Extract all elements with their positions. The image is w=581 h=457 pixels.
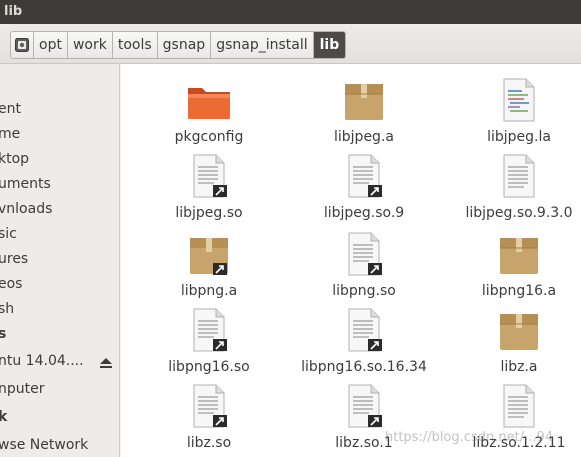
file-item[interactable]: libjpeg.a bbox=[299, 76, 429, 145]
sidebar-item-recent[interactable]: ent bbox=[0, 98, 21, 120]
sidebar-item-computer[interactable]: nputer bbox=[0, 378, 45, 400]
sidebar-section-devices: s bbox=[0, 323, 6, 345]
text-file-link-icon bbox=[185, 152, 233, 200]
file-item[interactable]: libpng16.so bbox=[144, 306, 274, 375]
text-file-icon bbox=[495, 382, 543, 430]
file-name: libjpeg.so.9.3.0 bbox=[465, 205, 573, 221]
file-item[interactable]: pkgconfig bbox=[144, 76, 274, 145]
file-item[interactable]: libpng.a bbox=[144, 230, 274, 299]
sidebar-item-browse-network[interactable]: wse Network bbox=[0, 434, 88, 456]
text-file-link-icon bbox=[185, 382, 233, 430]
sidebar-item-music[interactable]: sic bbox=[0, 223, 17, 245]
file-item[interactable]: libjpeg.so bbox=[144, 152, 274, 221]
text-file-icon bbox=[495, 152, 543, 200]
text-file-link-icon bbox=[340, 230, 388, 278]
file-name: libpng16.a bbox=[481, 283, 557, 299]
archive-icon bbox=[495, 230, 543, 278]
archive-icon bbox=[495, 306, 543, 354]
eject-icon[interactable] bbox=[99, 354, 113, 373]
crumb-gsnap[interactable]: gsnap bbox=[158, 32, 212, 58]
file-item[interactable]: libz.so bbox=[144, 382, 274, 451]
pathbar: opt work tools gsnap gsnap_install lib bbox=[10, 31, 347, 59]
file-item[interactable]: libpng16.a bbox=[454, 230, 581, 299]
sidebar-item-desktop[interactable]: ktop bbox=[0, 148, 29, 170]
file-name: libz.so bbox=[186, 435, 232, 451]
file-item[interactable]: libz.a bbox=[454, 306, 581, 375]
file-name: libjpeg.a bbox=[334, 129, 394, 145]
text-file-link-icon bbox=[340, 382, 388, 430]
file-name: libpng16.so.16.34 bbox=[301, 359, 427, 375]
sidebar: ent me ktop uments vnloads sic ures eos … bbox=[0, 64, 120, 457]
file-name: pkgconfig bbox=[174, 129, 244, 145]
script-file-icon bbox=[495, 76, 543, 124]
sidebar-item-documents[interactable]: uments bbox=[0, 173, 51, 195]
crumb-gsnap-install[interactable]: gsnap_install bbox=[211, 32, 314, 58]
crumb-work[interactable]: work bbox=[68, 32, 113, 58]
sidebar-item-downloads[interactable]: vnloads bbox=[0, 198, 52, 220]
window-title: lib bbox=[0, 0, 581, 24]
file-item[interactable]: libpng.so bbox=[299, 230, 429, 299]
file-name: libpng.a bbox=[180, 283, 238, 299]
archive-link-icon bbox=[185, 230, 233, 278]
drive-icon[interactable] bbox=[11, 32, 34, 58]
crumb-opt[interactable]: opt bbox=[34, 32, 68, 58]
file-view: pkgconfig libjpeg.a libjpeg.la libjpeg.s… bbox=[121, 64, 581, 457]
toolbar: opt work tools gsnap gsnap_install lib bbox=[0, 24, 581, 64]
crumb-lib[interactable]: lib bbox=[313, 32, 346, 58]
archive-icon bbox=[340, 76, 388, 124]
file-name: libjpeg.la bbox=[487, 129, 551, 145]
folder-icon bbox=[185, 76, 233, 124]
file-item[interactable]: libpng16.so.16.34 bbox=[299, 306, 429, 375]
file-name: libpng16.so bbox=[168, 359, 250, 375]
text-file-link-icon bbox=[340, 306, 388, 354]
watermark: https://blog.csdn.net/...94 bbox=[385, 430, 553, 445]
sidebar-item-ubuntu-volume[interactable]: ntu 14.04.... bbox=[0, 350, 84, 372]
sidebar-section-network: k bbox=[0, 406, 7, 428]
sidebar-item-home[interactable]: me bbox=[0, 123, 20, 145]
sidebar-item-videos[interactable]: eos bbox=[0, 273, 22, 295]
file-name: libjpeg.so bbox=[175, 205, 243, 221]
crumb-tools[interactable]: tools bbox=[113, 32, 158, 58]
file-item[interactable]: libjpeg.so.9.3.0 bbox=[454, 152, 581, 221]
text-file-link-icon bbox=[185, 306, 233, 354]
file-item[interactable]: libjpeg.la bbox=[454, 76, 581, 145]
file-name: libz.a bbox=[500, 359, 538, 375]
file-item[interactable]: libjpeg.so.9 bbox=[299, 152, 429, 221]
file-name: libpng.so bbox=[332, 283, 396, 299]
sidebar-item-pictures[interactable]: ures bbox=[0, 248, 28, 270]
file-name: libjpeg.so.9 bbox=[323, 205, 405, 221]
text-file-link-icon bbox=[340, 152, 388, 200]
sidebar-item-trash[interactable]: sh bbox=[0, 298, 14, 320]
